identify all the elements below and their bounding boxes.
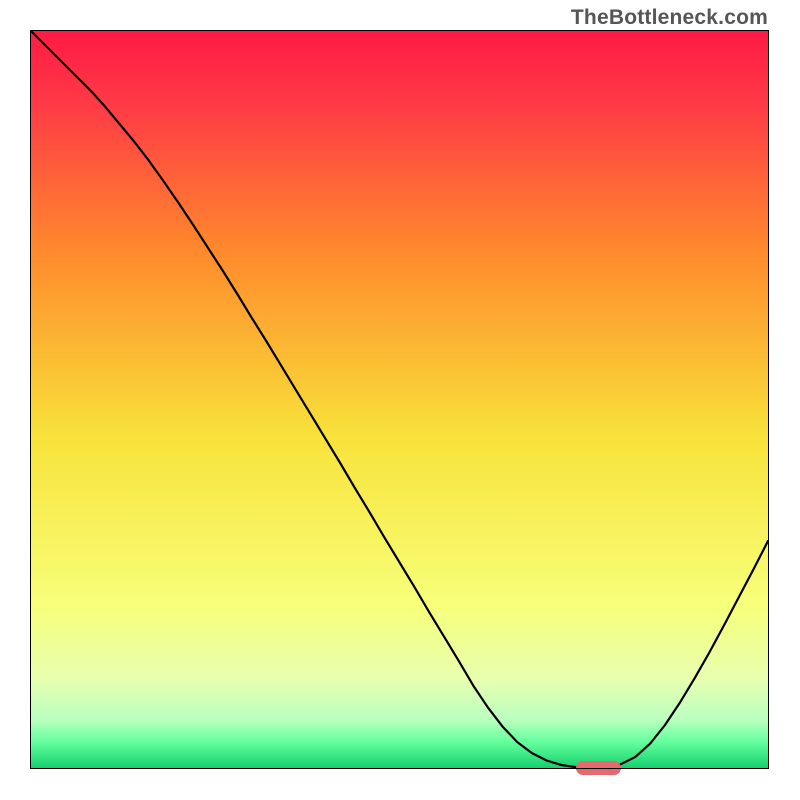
chart-stage: TheBottleneck.com xyxy=(0,0,800,800)
optimal-range-marker xyxy=(576,761,620,775)
watermark-text: TheBottleneck.com xyxy=(571,6,768,30)
plot-area xyxy=(31,31,768,768)
bottleneck-curve xyxy=(31,31,768,768)
